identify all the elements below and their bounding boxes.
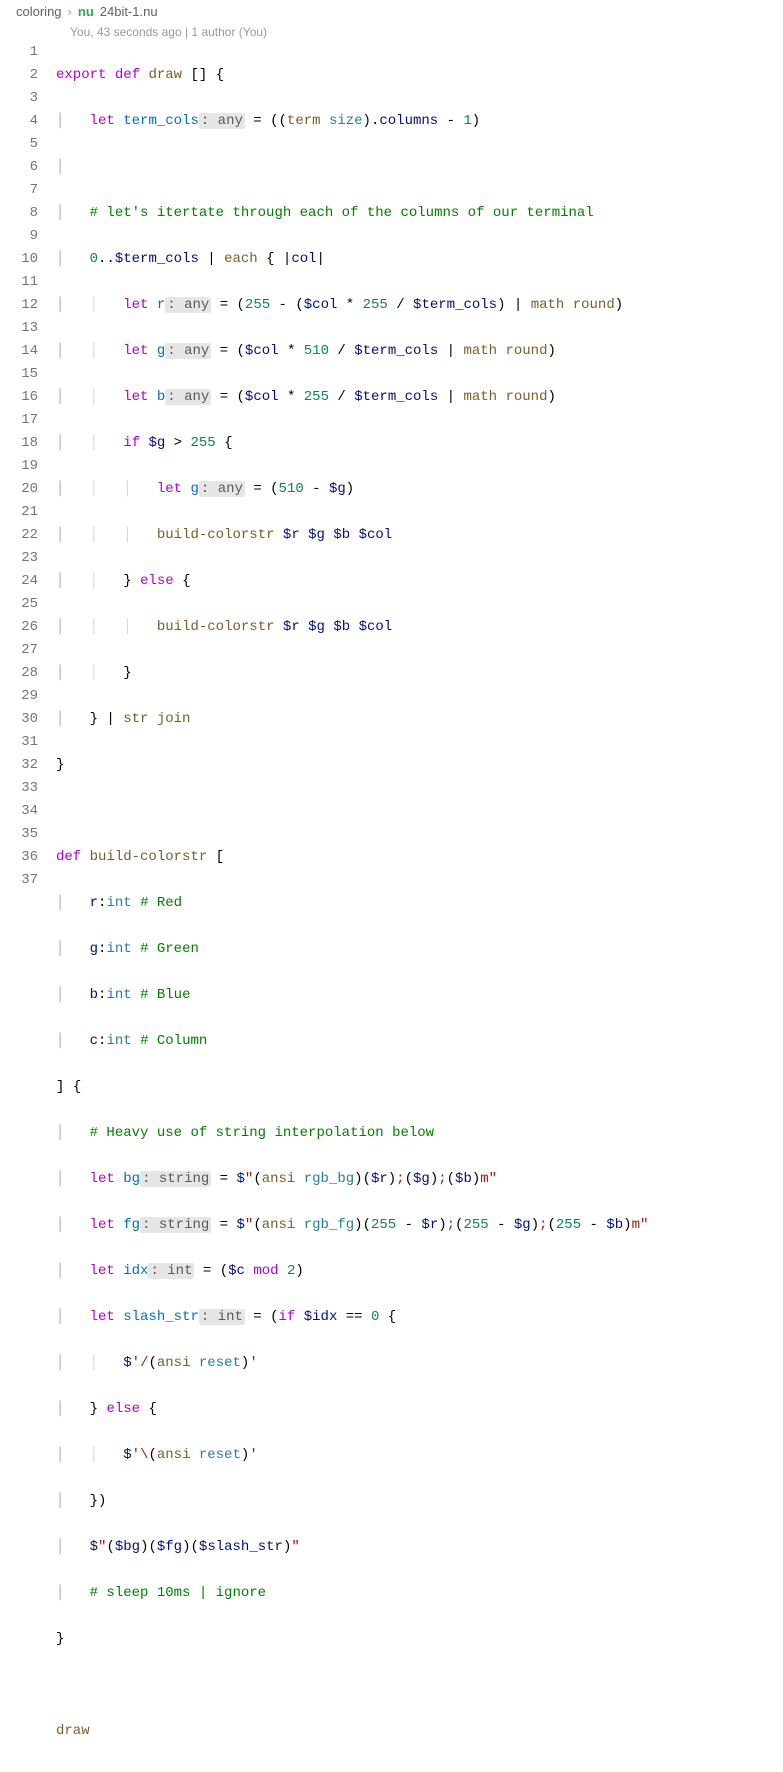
breadcrumb-file[interactable]: 24bit-1.nu xyxy=(100,4,158,19)
git-blame-annotation: You, 43 seconds ago | 1 author (You) xyxy=(0,23,783,41)
breadcrumb-folder[interactable]: coloring xyxy=(16,4,62,19)
breadcrumb[interactable]: coloring › nu 24bit-1.nu xyxy=(0,0,783,23)
chevron-right-icon: › xyxy=(68,4,72,19)
code-editor[interactable]: 1 2 3 4 5 6 7 8 9 10 11 12 13 14 15 16 1… xyxy=(0,41,783,1772)
language-badge: nu xyxy=(78,4,94,19)
code-content[interactable]: export def draw [] { │ let term_cols: an… xyxy=(56,41,783,1772)
line-number-gutter: 1 2 3 4 5 6 7 8 9 10 11 12 13 14 15 16 1… xyxy=(0,41,56,1772)
